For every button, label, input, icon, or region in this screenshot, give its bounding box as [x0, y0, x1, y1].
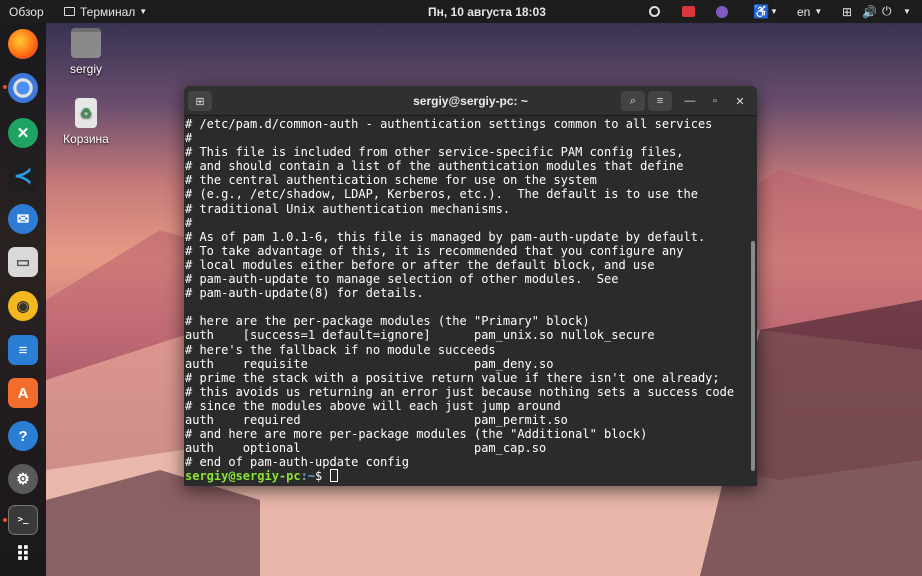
terminal-line: # pam-auth-update to manage selection of… [185, 272, 619, 287]
terminal-line: # To take advantage of this, it is recom… [185, 243, 684, 258]
files-icon[interactable]: ▭ [8, 247, 38, 277]
terminal-line: auth requisite pam_deny.so [185, 356, 554, 371]
clock-button[interactable]: Пн, 10 августа 18:03 [428, 0, 546, 23]
hamburger-menu-icon[interactable]: ≡ [648, 91, 672, 111]
top-panel: Обзор Терминал ▼ Пн, 10 августа 18:03 ♿ … [0, 0, 922, 23]
text-cursor [329, 469, 338, 483]
terminal-line: # here are the per-package modules (the … [185, 314, 590, 329]
close-icon[interactable]: ✕ [731, 92, 749, 110]
terminal-line: # and should contain a list of the authe… [185, 159, 684, 174]
terminal-line: # As of pam 1.0.1-6, this file is manage… [185, 229, 706, 244]
crossover-icon[interactable]: ✕ [8, 118, 38, 148]
firefox-icon[interactable] [8, 29, 38, 59]
chevron-down-icon: ▼ [139, 7, 148, 16]
chevron-down-icon: ▼ [903, 7, 911, 16]
minimize-icon[interactable]: — [681, 92, 699, 110]
terminal-line: # the central authentication scheme for … [185, 173, 597, 188]
trash-icon: ♻ [75, 98, 97, 128]
terminal-line: # pam-auth-update(8) for details. [185, 286, 424, 301]
terminal-line: # [185, 131, 193, 146]
terminal-line: # [185, 215, 193, 230]
terminal-headerbar[interactable]: ⊞ sergiy@sergiy-pc: ~ ⌕ ≡ — ▫ ✕ [184, 86, 757, 116]
clock-label: Пн, 10 августа 18:03 [428, 4, 546, 19]
terminal-line: # since the modules above will each just… [185, 398, 561, 413]
terminal-dock-icon[interactable]: >_ [8, 505, 38, 535]
accessibility-icon[interactable]: ♿ [753, 0, 769, 23]
terminal-prompt[interactable]: sergiy@sergiy-pc:~$ [185, 469, 749, 483]
terminal-output[interactable]: # /etc/pam.d/common-auth - authenticatio… [184, 116, 749, 486]
libreoffice-writer-icon[interactable]: ≡ [8, 335, 38, 365]
chevron-down-icon: ▼ [770, 7, 778, 16]
activities-label: Обзор [9, 4, 44, 19]
activities-button[interactable]: Обзор [9, 0, 44, 23]
terminal-line: # here's the fallback if no module succe… [185, 342, 496, 357]
help-icon[interactable]: ? [8, 421, 38, 451]
prompt-symbol: $ [315, 469, 330, 484]
terminal-line: # end of pam-auth-update config [185, 455, 409, 470]
terminal-line: # local modules either before or after t… [185, 257, 655, 272]
home-folder-label: sergiy [69, 62, 102, 76]
app-menu-button[interactable]: Терминал ▼ [64, 0, 147, 23]
running-indicator [3, 85, 7, 89]
chevron-down-icon: ▼ [814, 7, 823, 16]
thunderbird-icon[interactable]: ✉ [8, 204, 38, 234]
app-menu-label: Терминал [80, 4, 136, 19]
desktop-home-folder[interactable]: sergiy [51, 28, 121, 76]
chromium-icon[interactable] [8, 73, 38, 103]
dock: ✕ ≺ ✉ ▭ ◉ ≡ A ? ⚙ >_ ⠿ [0, 23, 46, 576]
prompt-user: sergiy@sergiy-pc [185, 469, 301, 484]
settings-icon[interactable]: ⚙ [8, 464, 38, 494]
terminal-line: # prime the stack with a positive return… [185, 370, 720, 385]
prompt-path: :~ [300, 469, 316, 484]
software-center-icon[interactable]: A [8, 378, 38, 408]
terminal-line: auth optional pam_cap.so [185, 441, 547, 456]
terminal-app-icon [64, 7, 75, 16]
language-label: en [797, 4, 811, 19]
network-icon[interactable]: ⊞ [842, 0, 852, 23]
viber-icon[interactable] [716, 0, 728, 23]
tray-blocked-icon[interactable] [649, 0, 660, 23]
maximize-icon[interactable]: ▫ [706, 92, 724, 110]
terminal-line: auth required pam_permit.so [185, 412, 568, 427]
show-apps-icon[interactable]: ⠿ [8, 539, 38, 569]
desktop-trash[interactable]: ♻ Корзина [51, 98, 121, 146]
terminal-line: # traditional Unix authentication mechan… [185, 201, 511, 216]
running-indicator [3, 518, 7, 522]
language-selector[interactable]: en ▼ [797, 0, 822, 23]
terminal-line: # and here are more per-package modules … [185, 427, 648, 442]
search-icon[interactable]: ⌕ [621, 91, 645, 111]
terminal-window[interactable]: ⊞ sergiy@sergiy-pc: ~ ⌕ ≡ — ▫ ✕ # /etc/p… [184, 86, 757, 486]
home-folder-icon [71, 28, 101, 58]
terminal-line: # (e.g., /etc/shadow, LDAP, Kerberos, et… [185, 187, 698, 202]
power-icon[interactable]: ⏻ [882, 0, 892, 23]
vscode-icon[interactable]: ≺ [8, 161, 38, 191]
scrollbar[interactable] [751, 241, 755, 471]
volume-icon[interactable]: 🔊 [862, 0, 877, 23]
rhythmbox-icon[interactable]: ◉ [8, 291, 38, 321]
terminal-line: # this avoids us returning an error just… [185, 384, 735, 399]
trash-label: Корзина [63, 132, 109, 146]
tray-app-red-icon[interactable] [682, 0, 695, 23]
terminal-line: auth [success=1 default=ignore] pam_unix… [185, 328, 655, 343]
terminal-line: # This file is included from other servi… [185, 145, 684, 160]
terminal-line: # /etc/pam.d/common-auth - authenticatio… [185, 117, 713, 131]
